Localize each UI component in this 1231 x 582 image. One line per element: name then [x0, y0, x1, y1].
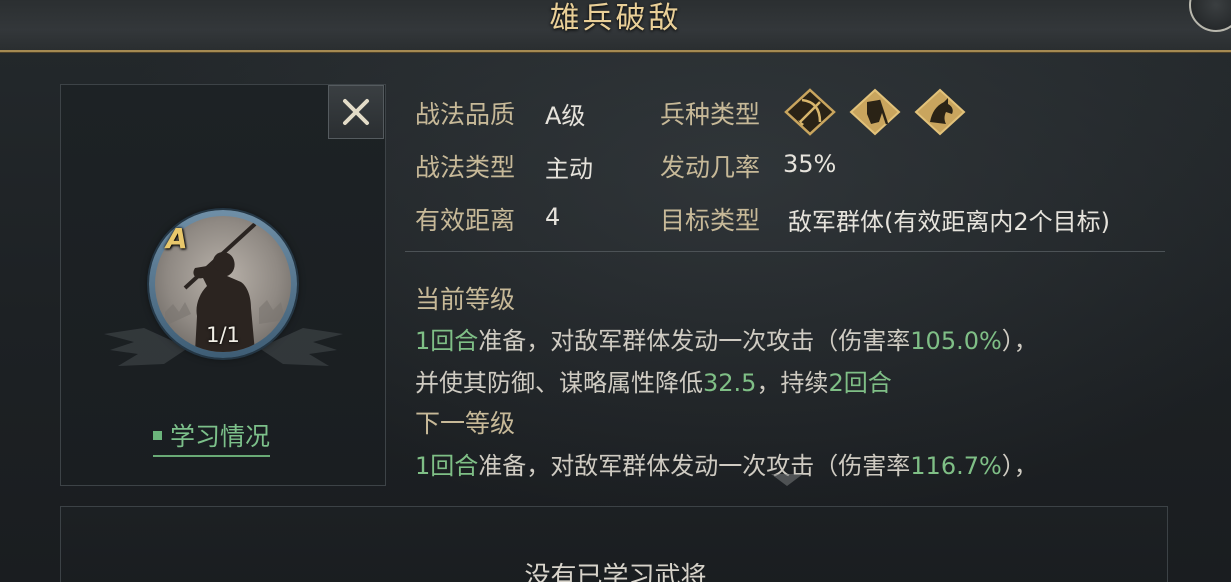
trigger-rate-label: 发动几率 [660, 153, 761, 182]
page-title: 雄兵破敌 [549, 1, 682, 36]
range-label: 有效距离 [415, 206, 516, 235]
skill-type-value: 主动 [545, 155, 593, 183]
target-type-value: 敌军群体(有效距离内2个目标) [788, 208, 1110, 236]
current-level-title: 当前等级 [415, 285, 516, 314]
title-bar: 雄兵破敌 [0, 0, 1231, 52]
next-damage-rate: 116.7% [910, 452, 1002, 480]
shield-troop-icon [849, 88, 901, 136]
next-attack-tail: ）， [1001, 452, 1038, 480]
next-level-title: 下一等级 [415, 409, 516, 438]
current-level-desc-line-2: 并使其防御、谋略属性降低32.5，持续2回合 [415, 363, 892, 398]
next-attack-text: 准备，对敌军群体发动一次攻击（伤害率 [478, 452, 911, 480]
no-generals-text: 没有已学习武将 [524, 562, 707, 582]
learn-status-label: 学习情况 [170, 422, 271, 451]
cavalry-troop-icon [914, 88, 966, 136]
current-duration-text: ，持续 [756, 369, 829, 397]
current-attack-text: 准备，对敌军群体发动一次攻击（伤害率 [478, 327, 911, 355]
range-value: 4 [545, 203, 561, 231]
current-prep-turns: 1回合 [415, 327, 479, 355]
current-level-desc-line-1: 1回合准备，对敌军群体发动一次攻击（伤害率105.0%）， [415, 321, 1038, 356]
skill-type-label: 战法类型 [415, 153, 516, 182]
current-debuff-text: 并使其防御、谋略属性降低 [415, 369, 703, 397]
current-damage-rate: 105.0% [910, 327, 1002, 355]
learn-status-link[interactable]: 学习情况 [153, 415, 271, 457]
scroll-down-icon[interactable] [771, 474, 803, 486]
section-divider [405, 251, 1165, 252]
trigger-rate-value: 35% [783, 150, 837, 178]
skill-detail-screen: 雄兵破敌 A 1/1 学习情况 战法品质 A级 兵种类型 战法类型 主动 发动几… [0, 0, 1231, 582]
next-prep-turns: 1回合 [415, 452, 479, 480]
target-type-label: 目标类型 [660, 206, 761, 235]
troop-type-label: 兵种类型 [660, 100, 761, 129]
skill-grade-badge: A [166, 222, 188, 255]
quality-value: A级 [545, 102, 586, 130]
bullet-square-icon [153, 430, 162, 440]
next-level-desc-line-1: 1回合准备，对敌军群体发动一次攻击（伤害率116.7%）， [415, 446, 1038, 481]
skill-usage-count: 1/1 [206, 323, 240, 347]
current-duration-turns: 2回合 [828, 369, 892, 397]
current-debuff-amount: 32.5 [703, 369, 757, 397]
close-button[interactable] [328, 85, 384, 139]
quality-label: 战法品质 [415, 100, 516, 129]
current-attack-tail: ）， [1001, 327, 1038, 355]
archer-troop-icon [784, 88, 836, 136]
close-icon [343, 99, 369, 125]
